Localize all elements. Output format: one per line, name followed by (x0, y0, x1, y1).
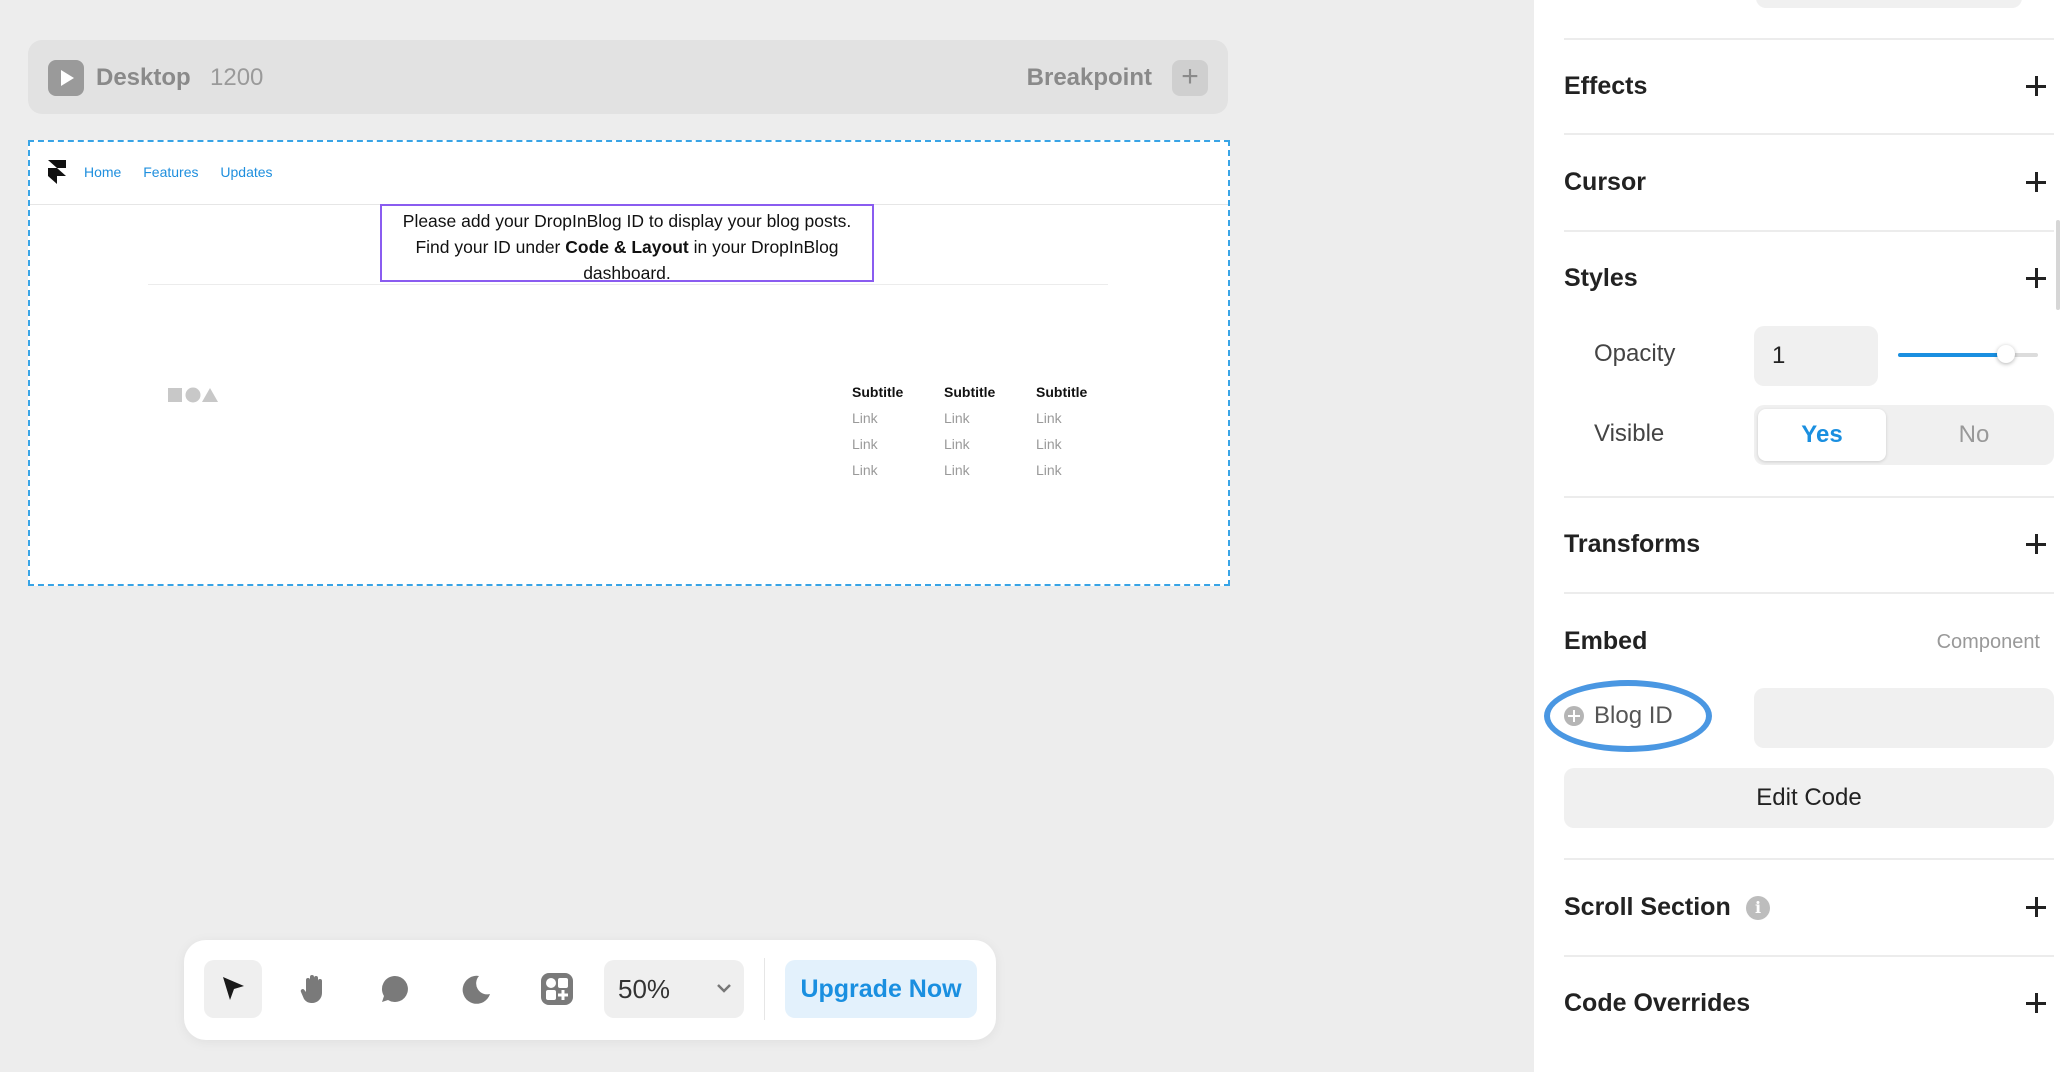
add-effects-plus-icon[interactable] (2024, 74, 2048, 98)
message-line-1: Please add your DropInBlog ID to display… (402, 211, 852, 231)
components-button[interactable] (528, 960, 586, 1018)
moon-icon (462, 975, 490, 1004)
footer-subtitle: Subtitle (852, 384, 904, 400)
visible-label: Visible (1594, 420, 1665, 447)
embed-title: Embed (1564, 627, 1648, 655)
section-divider (1564, 38, 2054, 40)
section-divider (1564, 858, 2054, 860)
zoom-value: 50% (618, 974, 671, 1004)
device-name[interactable]: Desktop (96, 64, 191, 92)
footer-column: Subtitle Link Link Link (944, 384, 1024, 488)
breakpoint-label[interactable]: Breakpoint (1027, 64, 1152, 92)
panel-scrollbar[interactable] (2056, 220, 2060, 310)
add-cursor-plus-icon[interactable] (2024, 170, 2048, 194)
hand-tool-button[interactable] (285, 960, 343, 1018)
add-scroll-section-plus-icon[interactable] (2024, 895, 2048, 919)
hand-icon (300, 975, 322, 1003)
section-divider (1564, 955, 2054, 957)
select-arrow-icon (223, 977, 244, 1000)
scroll-section-title: Scroll Section (1564, 893, 1731, 921)
footer-column: Subtitle Link Link Link (852, 384, 932, 488)
add-breakpoint-button[interactable]: + (1172, 60, 1208, 96)
device-width: 1200 (210, 64, 264, 91)
bottom-toolbar: 50% Upgrade Now (184, 940, 996, 1040)
select-tool-button[interactable] (204, 960, 262, 1018)
visible-yes-option[interactable]: Yes (1758, 409, 1886, 461)
dropinblog-embed-message[interactable]: Please add your DropInBlog ID to display… (380, 204, 874, 283)
add-transforms-plus-icon[interactable] (2024, 532, 2048, 556)
toolbar-divider (764, 958, 765, 1020)
blog-id-input[interactable] (1754, 688, 2054, 748)
opacity-slider-fill[interactable] (1898, 353, 2008, 357)
opacity-input[interactable]: 1 (1754, 326, 1878, 386)
play-icon[interactable] (48, 60, 84, 96)
chevron-down-icon (717, 984, 731, 993)
opacity-value: 1 (1772, 342, 1786, 369)
cursor-title: Cursor (1564, 168, 1646, 196)
plus-icon: + (1181, 60, 1199, 93)
code-layout-emphasis: Code & Layout (565, 237, 689, 257)
section-divider (1564, 496, 2054, 498)
top-input-field[interactable] (1756, 0, 2022, 8)
desktop-frame[interactable]: Home Features Updates Please add your Dr… (28, 140, 1230, 586)
comment-icon (381, 975, 408, 1002)
message-line-3: dashboard. (583, 263, 671, 283)
footer-link[interactable]: Link (852, 462, 932, 478)
nav-link-features[interactable]: Features (143, 164, 198, 180)
opacity-label: Opacity (1594, 340, 1676, 367)
properties-panel: Effects Cursor Styles Opacity 1 Visible … (1534, 0, 2060, 1072)
effects-title: Effects (1564, 72, 1648, 100)
footer-link[interactable]: Link (1036, 462, 1116, 478)
footer-subtitle: Subtitle (1036, 384, 1088, 400)
breakpoint-bar: Desktop 1200 Breakpoint + (28, 40, 1228, 114)
components-icon (541, 973, 573, 1005)
footer-column: Subtitle Link Link Link (1036, 384, 1116, 488)
footer-link[interactable]: Link (944, 410, 1024, 426)
nav-link-home[interactable]: Home (84, 164, 121, 180)
content-divider (148, 284, 1108, 285)
add-styles-plus-icon[interactable] (2024, 266, 2048, 290)
footer-subtitle: Subtitle (944, 384, 996, 400)
visible-no-option[interactable]: No (1904, 409, 2044, 461)
section-divider (1564, 133, 2054, 135)
edit-code-button[interactable]: Edit Code (1564, 768, 2054, 828)
frame-nav: Home Features Updates (84, 164, 291, 180)
framer-logo-icon (48, 160, 66, 184)
footer-link[interactable]: Link (944, 462, 1024, 478)
zoom-select[interactable]: 50% (604, 960, 744, 1018)
section-divider (1564, 592, 2054, 594)
transforms-title: Transforms (1564, 530, 1701, 558)
footer-link[interactable]: Link (944, 436, 1024, 452)
visible-toggle: Yes No (1754, 405, 2054, 465)
add-circle-icon[interactable] (1564, 706, 1584, 726)
footer-link[interactable]: Link (1036, 410, 1116, 426)
section-divider (1564, 230, 2054, 232)
add-code-overrides-plus-icon[interactable] (2024, 991, 2048, 1015)
styles-title: Styles (1564, 264, 1638, 292)
footer-shapes-logo-icon (168, 387, 218, 403)
opacity-slider-handle[interactable] (1997, 345, 2015, 363)
footer-link[interactable]: Link (1036, 436, 1116, 452)
dark-mode-button[interactable] (447, 960, 505, 1018)
comment-tool-button[interactable] (366, 960, 424, 1018)
nav-link-updates[interactable]: Updates (220, 164, 272, 180)
upgrade-now-button[interactable]: Upgrade Now (785, 960, 977, 1018)
footer-link[interactable]: Link (852, 410, 932, 426)
component-tag: Component (1936, 631, 2040, 653)
code-overrides-title: Code Overrides (1564, 989, 1751, 1017)
blog-id-label: Blog ID (1594, 702, 1673, 729)
info-icon[interactable]: i (1746, 896, 1770, 920)
message-line-2: Find your ID under Code & Layout in your… (415, 237, 839, 257)
footer-link[interactable]: Link (852, 436, 932, 452)
